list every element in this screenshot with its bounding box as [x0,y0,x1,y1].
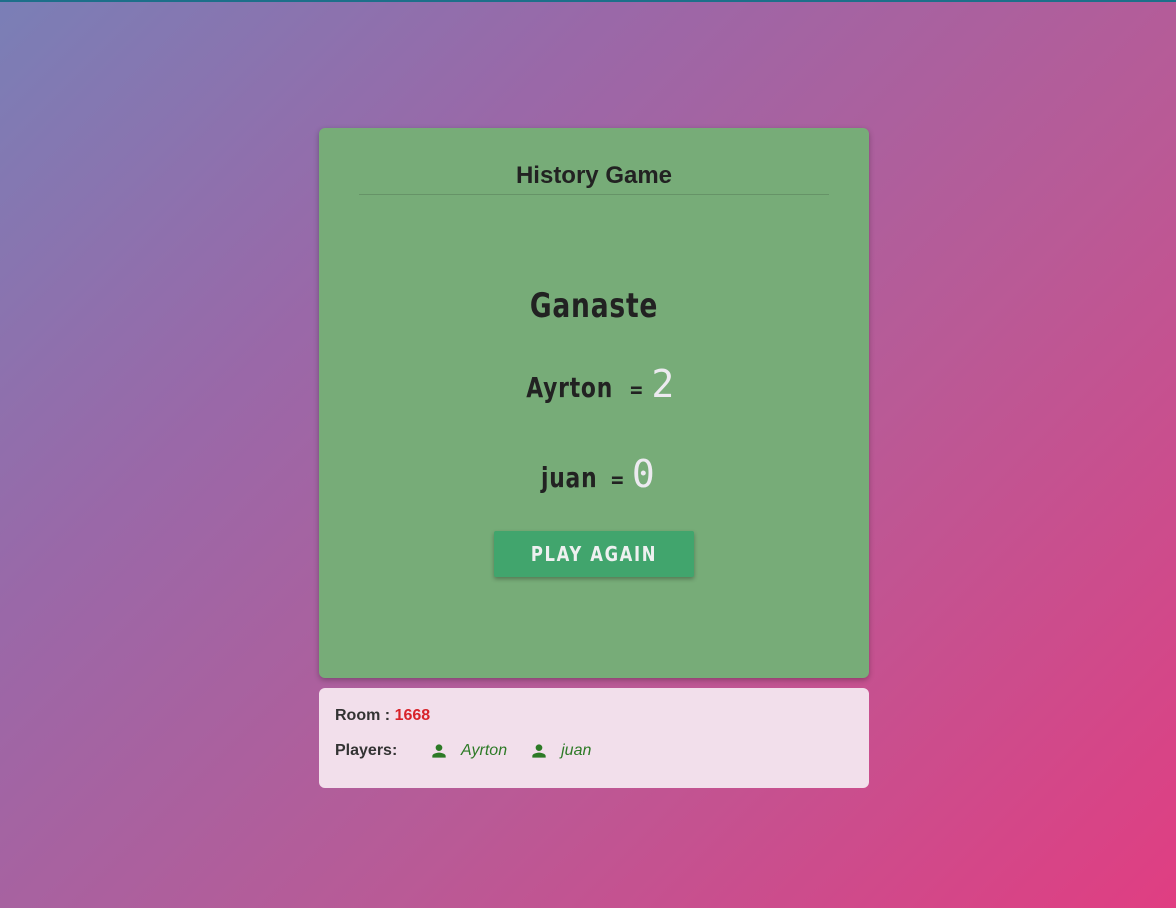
top-border-line [0,0,1176,2]
score-separator: = [610,468,626,493]
score-player-name: juan [541,461,598,494]
players-label: Players: [335,742,398,759]
score-player-name: Ayrton [525,371,613,404]
players-line: Players: Ayrton juan [335,741,613,761]
room-line: Room : 1668 [335,707,430,725]
player-item: juan [529,741,591,761]
play-again-label: PLAY AGAIN [530,542,658,566]
player-name: juan [561,742,592,759]
room-info-card: Room : 1668 Players: Ayrton juan [319,688,869,788]
player-item: Ayrton [429,741,507,761]
score-separator: = [629,378,645,403]
room-label: Room : [335,707,391,724]
room-number: 1668 [394,707,431,724]
score-row: juan = 0 [319,452,869,496]
game-card: History Game Ganaste Ayrton = 2 juan = 0… [319,128,869,678]
title-divider [359,194,829,195]
play-again-button[interactable]: PLAY AGAIN [494,531,694,577]
card-title: History Game [515,162,673,189]
score-value: 2 [651,362,675,406]
score-row: Ayrton = 2 [319,362,869,406]
result-text: Ganaste [529,286,659,326]
person-icon [532,744,546,758]
score-value: 0 [631,452,655,496]
player-name: Ayrton [461,742,508,759]
person-icon [432,744,446,758]
